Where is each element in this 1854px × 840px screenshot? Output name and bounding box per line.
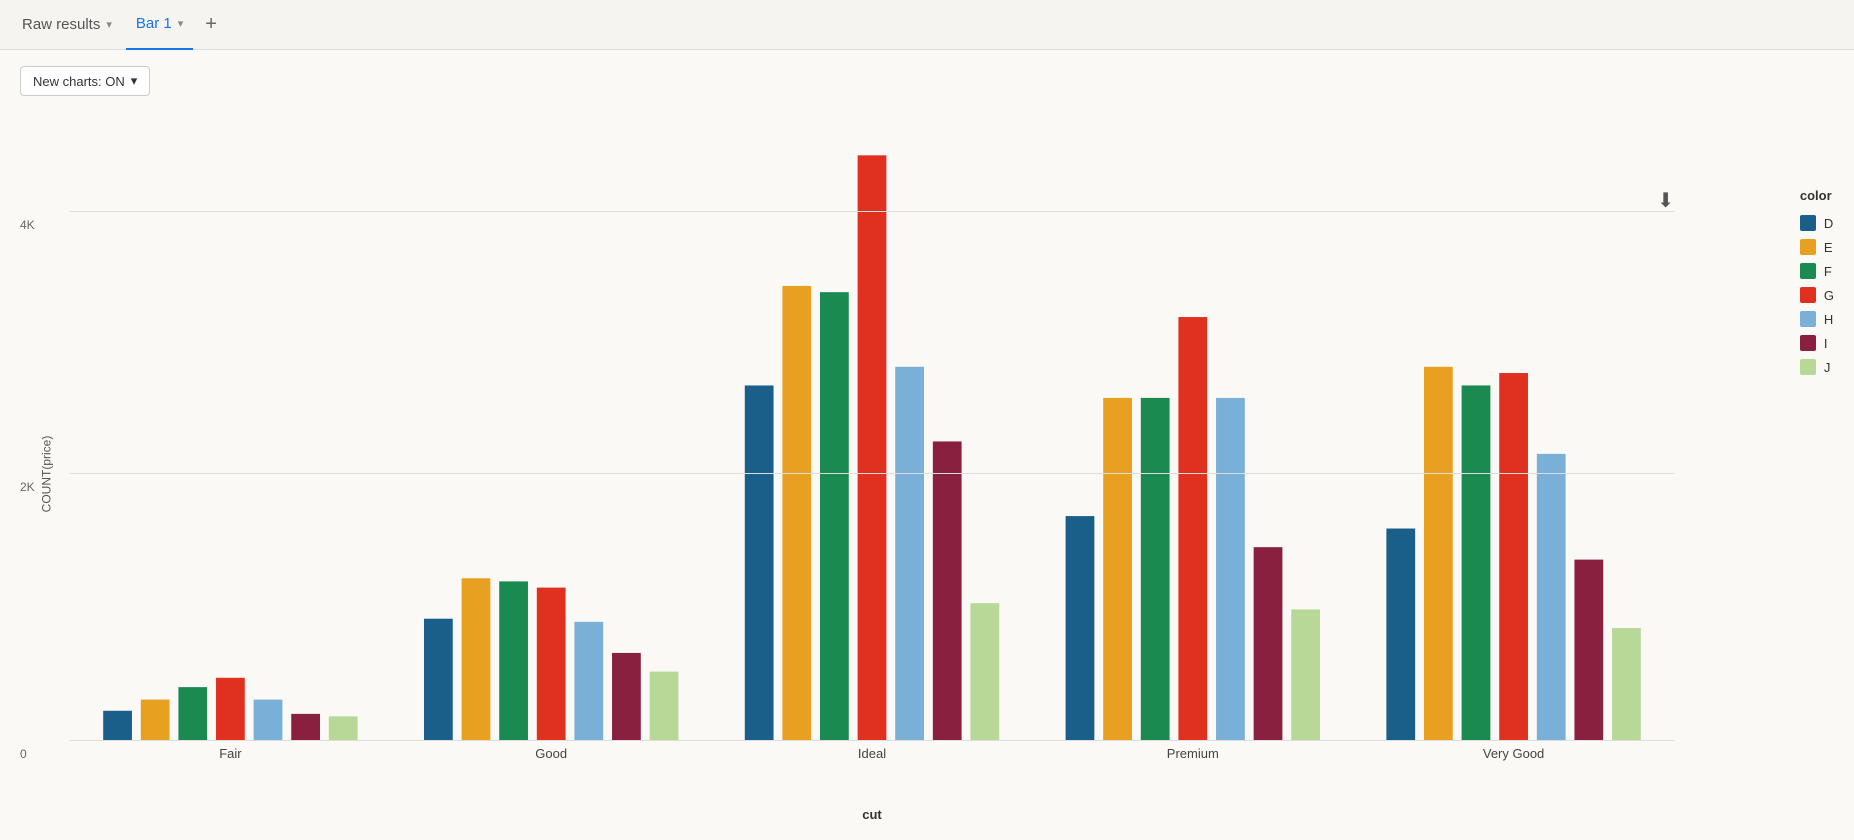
legend-label-e: E	[1824, 240, 1833, 255]
y-axis-label: COUNT(price)	[39, 436, 53, 513]
legend-color-f	[1800, 263, 1816, 279]
legend-item: I	[1800, 335, 1834, 351]
tab-raw-results-label: Raw results	[22, 16, 100, 33]
legend-color-j	[1800, 359, 1816, 375]
legend-label-f: F	[1824, 264, 1832, 279]
legend-item: G	[1800, 287, 1834, 303]
x-label: Fair	[70, 746, 391, 761]
new-charts-toggle[interactable]: New charts: ON ▾	[20, 66, 150, 96]
grid-lines: 02K4K	[70, 118, 1674, 740]
legend-item: F	[1800, 263, 1834, 279]
legend-label-i: I	[1824, 336, 1828, 351]
download-icon[interactable]: ⬇	[1657, 188, 1674, 213]
chart-inner: 02K4K FairGoodIdealPremiumVery Good cut	[70, 118, 1674, 780]
legend: color DEFGHIJ	[1800, 188, 1834, 375]
legend-color-e	[1800, 239, 1816, 255]
tab-raw-results[interactable]: Raw results ▾	[12, 0, 122, 50]
legend-item: D	[1800, 215, 1834, 231]
chart-container: New charts: ON ▾ COUNT(price) 02K4K Fair…	[0, 50, 1854, 840]
legend-item: H	[1800, 311, 1834, 327]
chart-area: COUNT(price) 02K4K FairGoodIdealPremiumV…	[0, 108, 1854, 840]
legend-color-d	[1800, 215, 1816, 231]
legend-color-g	[1800, 287, 1816, 303]
legend-label-g: G	[1824, 288, 1834, 303]
legend-item: J	[1800, 359, 1834, 375]
tab-bar: Raw results ▾ Bar 1 ▾ +	[0, 0, 1854, 50]
new-charts-label: New charts: ON	[33, 74, 125, 89]
x-label: Very Good	[1353, 746, 1674, 761]
legend-color-i	[1800, 335, 1816, 351]
legend-item: E	[1800, 239, 1834, 255]
x-axis: FairGoodIdealPremiumVery Good	[70, 740, 1674, 780]
tab-add-button[interactable]: +	[197, 13, 225, 36]
y-tick: 4K	[20, 218, 35, 232]
legend-color-h	[1800, 311, 1816, 327]
legend-label-d: D	[1824, 216, 1833, 231]
tab-bar1-chevron[interactable]: ▾	[178, 17, 184, 30]
y-tick: 0	[20, 747, 27, 761]
legend-label-j: J	[1824, 360, 1831, 375]
y-tick: 2K	[20, 480, 35, 494]
x-label: Good	[391, 746, 712, 761]
legend-label-h: H	[1824, 312, 1833, 327]
grid-line	[70, 211, 1674, 212]
x-label: Premium	[1032, 746, 1353, 761]
x-label: Ideal	[712, 746, 1033, 761]
grid-line	[70, 473, 1674, 474]
legend-title: color	[1800, 188, 1834, 203]
new-charts-chevron: ▾	[131, 73, 138, 89]
tab-raw-results-chevron[interactable]: ▾	[106, 18, 112, 31]
tab-bar1-label: Bar 1	[136, 15, 172, 32]
x-axis-title: cut	[862, 807, 882, 822]
toolbar: New charts: ON ▾	[0, 66, 1854, 108]
tab-bar1[interactable]: Bar 1 ▾	[126, 0, 193, 50]
